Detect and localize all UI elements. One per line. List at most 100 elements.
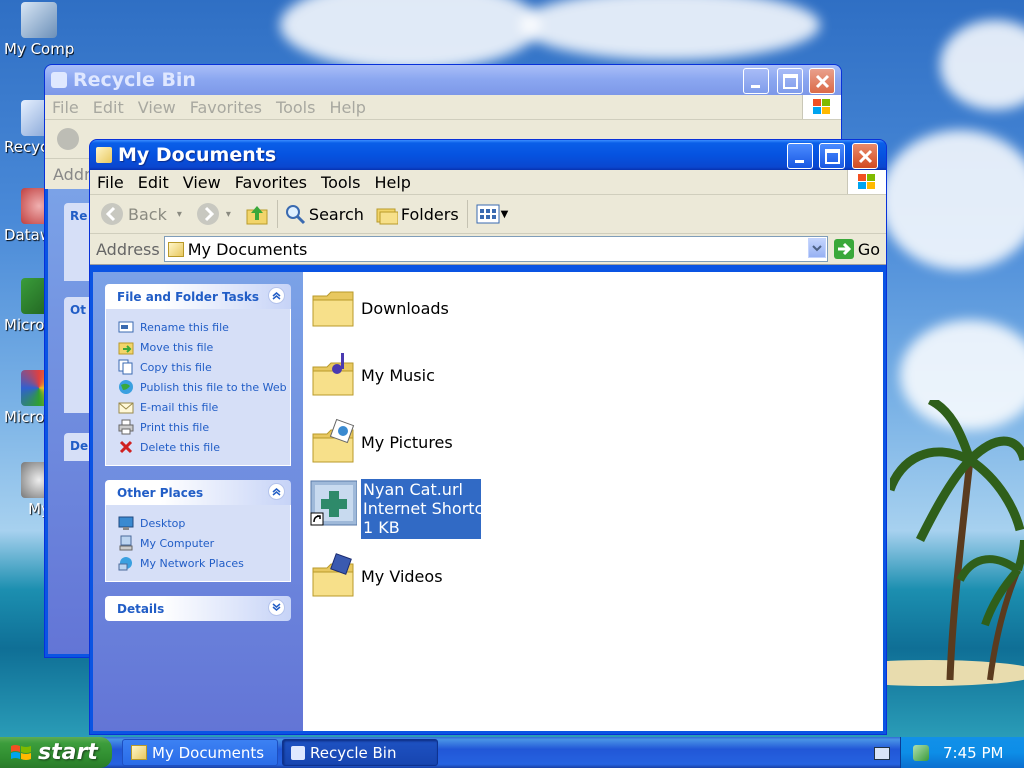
forward-arrow-icon <box>196 203 219 225</box>
task-delete[interactable]: Delete this file <box>118 437 290 457</box>
menu-help[interactable]: Help <box>367 173 417 192</box>
up-folder-button[interactable] <box>245 202 269 226</box>
back-dropdown-icon[interactable]: ▾ <box>177 209 182 220</box>
file-item-nyan-cat-url[interactable]: Nyan Cat.url Internet Shortcut 1 KB <box>309 479 481 539</box>
menu-favorites[interactable]: Favorites <box>228 173 314 192</box>
my-documents-window[interactable]: My Documents File Edit View Favorites To… <box>89 139 887 735</box>
title-bar[interactable]: My Documents <box>90 140 886 170</box>
address-value: My Documents <box>187 239 308 259</box>
menu-view[interactable]: View <box>131 98 183 117</box>
task-publish[interactable]: Publish this file to the Web <box>118 377 290 397</box>
panel-title: Other Places <box>117 485 204 500</box>
videos-folder-icon <box>312 553 354 597</box>
task-copy[interactable]: Copy this file <box>118 357 290 377</box>
file-item-downloads[interactable]: Downloads <box>309 284 449 332</box>
cloud <box>940 20 1024 110</box>
menu-bar: File Edit View Favorites Tools Help <box>90 170 886 195</box>
task-rename[interactable]: Rename this file <box>118 317 290 337</box>
chevron-up-icon[interactable] <box>268 483 285 500</box>
computer-icon <box>21 2 57 38</box>
address-dropdown-button[interactable] <box>807 238 826 258</box>
internet-shortcut-icon <box>310 480 357 526</box>
desktop-icon-label: My Computer <box>4 40 74 58</box>
music-folder-icon <box>312 353 354 396</box>
task-label: E-mail this file <box>140 400 219 414</box>
views-dropdown-icon: ▼ <box>500 208 509 220</box>
menu-file[interactable]: File <box>45 98 86 117</box>
menu-help[interactable]: Help <box>322 98 372 117</box>
chevron-up-icon[interactable] <box>268 287 285 304</box>
search-label: Search <box>308 204 364 224</box>
place-desktop[interactable]: Desktop <box>118 513 290 533</box>
toolbar-separator <box>466 200 468 228</box>
menu-edit[interactable]: Edit <box>86 98 131 117</box>
maximize-button[interactable] <box>777 68 803 94</box>
up-folder-icon <box>246 206 268 225</box>
recycle-bin-icon <box>291 745 305 760</box>
menu-view[interactable]: View <box>176 173 228 192</box>
panel-title: De <box>70 439 89 453</box>
file-item-my-music[interactable]: My Music <box>309 351 435 399</box>
folder-icon <box>131 745 147 760</box>
panel-header[interactable]: File and Folder Tasks <box>105 284 291 309</box>
system-tray: 7:45 PM <box>900 737 1024 768</box>
views-icon <box>476 204 500 224</box>
minimize-button[interactable] <box>787 143 813 169</box>
menu-edit[interactable]: Edit <box>131 173 176 192</box>
search-icon <box>285 205 305 225</box>
panel-body: Desktop My Computer My Network Places <box>105 505 291 582</box>
panel-header[interactable]: Details <box>105 596 291 621</box>
task-move[interactable]: Move this file <box>118 337 290 357</box>
file-name: My Music <box>361 365 435 385</box>
start-button[interactable]: start <box>0 737 112 768</box>
back-arrow-icon[interactable] <box>57 128 79 150</box>
file-item-my-pictures[interactable]: My Pictures <box>309 418 453 466</box>
go-arrow-icon <box>833 239 854 259</box>
menu-tools[interactable]: Tools <box>269 98 322 117</box>
file-name: My Videos <box>361 566 443 586</box>
title-bar[interactable]: Recycle Bin <box>45 65 841 95</box>
forward-button[interactable]: ▾ <box>196 202 231 226</box>
desktop-icon-my-computer[interactable]: My Computer <box>4 2 74 58</box>
views-button[interactable]: ▼ <box>476 204 509 224</box>
maximize-button[interactable] <box>819 143 845 169</box>
place-network[interactable]: My Network Places <box>118 553 290 573</box>
go-button[interactable]: Go <box>833 239 880 259</box>
folder-icon <box>312 291 354 327</box>
start-label: start <box>38 740 98 765</box>
file-item-my-videos[interactable]: My Videos <box>309 552 443 600</box>
panel-header[interactable]: Other Places <box>105 480 291 505</box>
menu-tools[interactable]: Tools <box>314 173 367 192</box>
taskbar-item-my-documents[interactable]: My Documents <box>122 739 278 766</box>
file-size: 1 KB <box>363 518 400 537</box>
taskbar: start My Documents Recycle Bin 7:45 PM <box>0 737 1024 768</box>
address-input[interactable]: My Documents <box>163 236 828 262</box>
folder-icon <box>167 241 184 257</box>
close-button[interactable] <box>852 143 878 169</box>
file-name: Downloads <box>361 298 449 318</box>
keyboard-icon[interactable] <box>874 747 890 760</box>
close-button[interactable] <box>809 68 835 94</box>
back-button[interactable]: Back ▾ <box>100 202 182 226</box>
other-places-panel: Other Places Desktop My Computer My Netw… <box>105 480 291 582</box>
menu-file[interactable]: File <box>90 173 131 192</box>
chevron-down-icon[interactable] <box>268 599 285 616</box>
folders-button[interactable]: Folders <box>376 203 459 225</box>
menu-favorites[interactable]: Favorites <box>183 98 269 117</box>
network-tray-icon[interactable] <box>913 744 929 761</box>
task-email[interactable]: E-mail this file <box>118 397 290 417</box>
desktop-icon <box>118 516 134 530</box>
clock[interactable]: 7:45 PM <box>943 744 1003 762</box>
forward-dropdown-icon[interactable]: ▾ <box>226 209 231 220</box>
minimize-button[interactable] <box>743 68 769 94</box>
place-my-computer[interactable]: My Computer <box>118 533 290 553</box>
file-type: Internet Shortcut <box>363 499 481 518</box>
computer-icon <box>119 535 133 551</box>
windows-logo-icon <box>802 95 841 119</box>
task-print[interactable]: Print this file <box>118 417 290 437</box>
search-button[interactable]: Search <box>284 203 364 225</box>
task-label: Print this file <box>140 420 210 434</box>
taskbar-item-recycle-bin[interactable]: Recycle Bin <box>282 739 438 766</box>
printer-icon <box>118 419 134 435</box>
cloud <box>520 0 820 60</box>
